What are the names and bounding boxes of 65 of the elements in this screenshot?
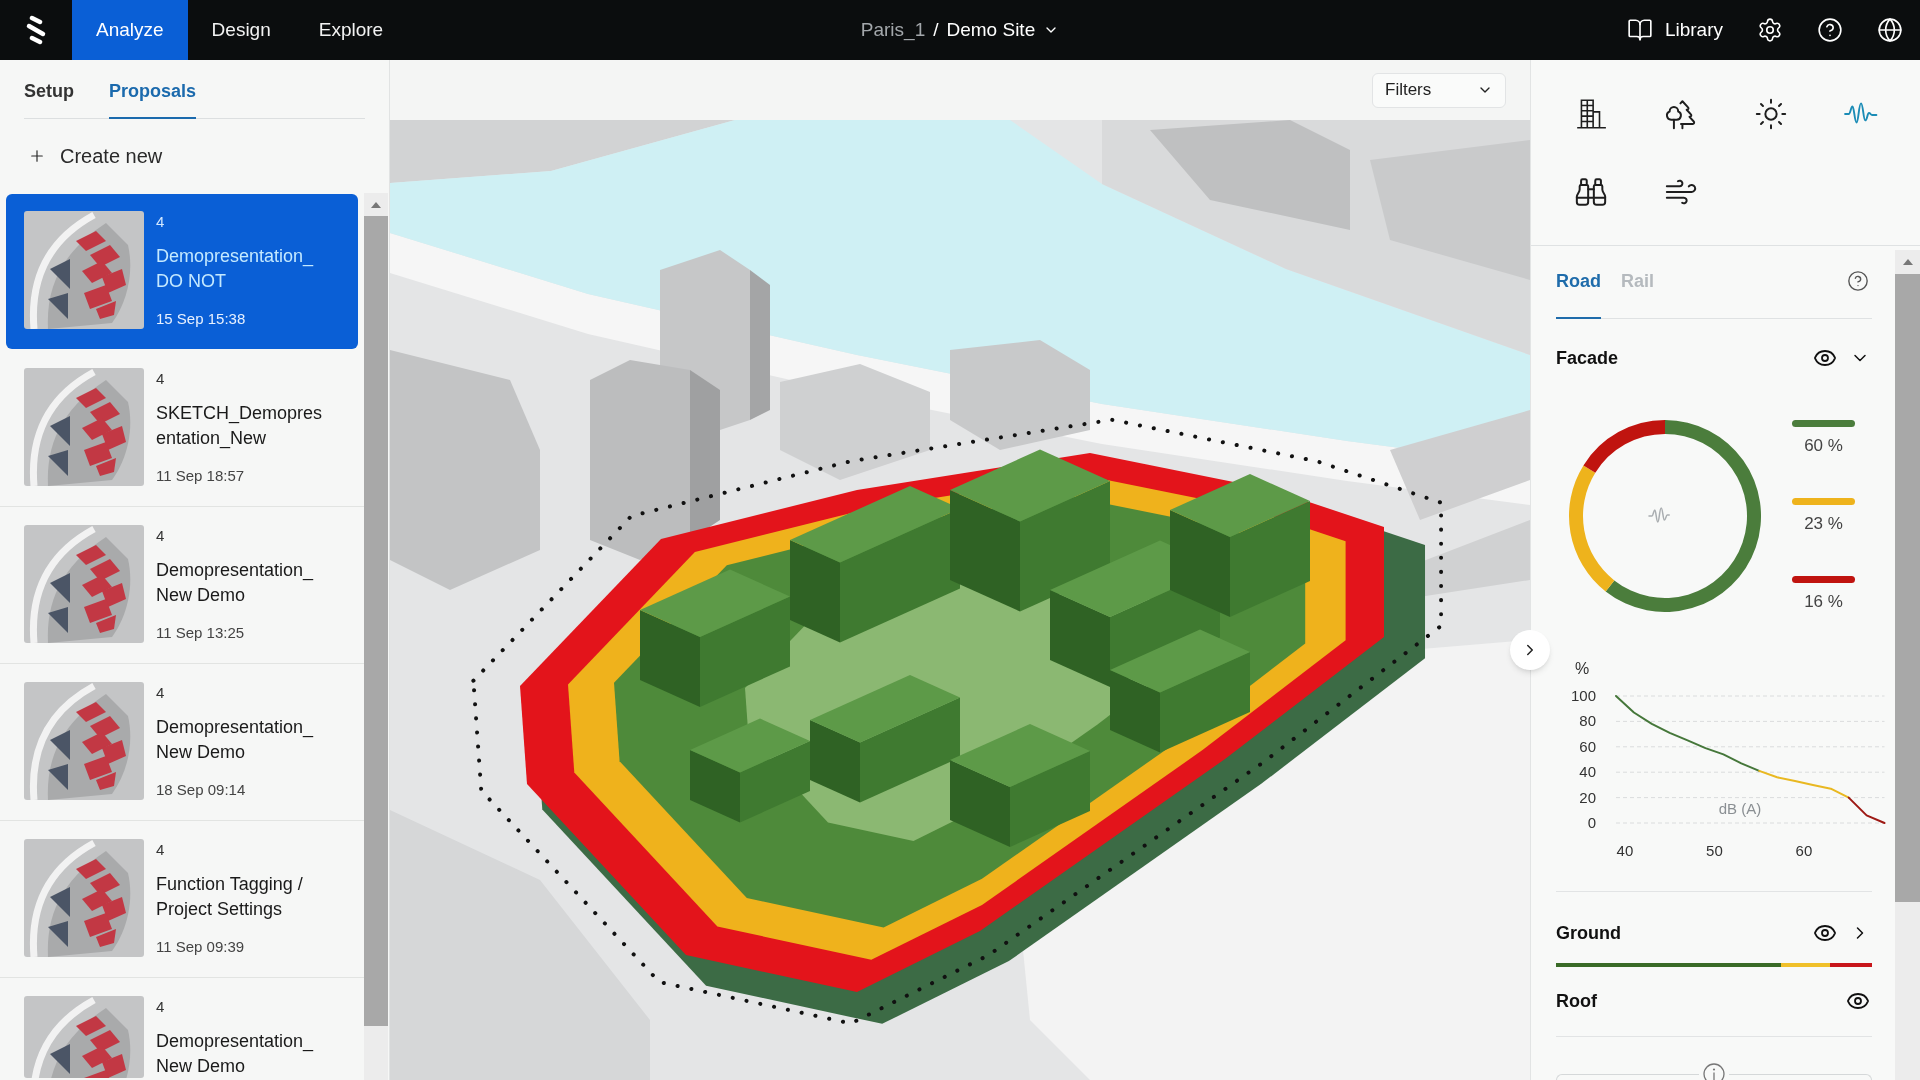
- site-selector[interactable]: Paris_1 / Demo Site: [860, 0, 1060, 60]
- nav-tab[interactable]: Analyze: [72, 0, 188, 60]
- section-title: Roof: [1556, 990, 1597, 1013]
- proposal-count: 4: [156, 212, 166, 232]
- proposal-title: Demopresentation_New Demo: [156, 559, 315, 607]
- plus-icon: [28, 147, 46, 165]
- axis-title: %: [1574, 660, 1590, 677]
- axis-tick-label: 60: [1795, 842, 1813, 859]
- globe-icon[interactable]: [1877, 17, 1903, 43]
- section-title: Facade: [1556, 347, 1619, 370]
- sun-icon[interactable]: [1754, 97, 1788, 131]
- book-icon: [1626, 17, 1653, 43]
- legend-percentage: 16 %: [1804, 592, 1843, 612]
- info-icon[interactable]: [1703, 1063, 1725, 1080]
- proposal-item[interactable]: 4 Demopresentation_DO NOT 15 Sep 15:38: [6, 194, 358, 349]
- scroll-up-icon[interactable]: [1902, 259, 1913, 265]
- scrollbar[interactable]: [1895, 250, 1920, 1080]
- proposal-count: 4: [156, 369, 166, 389]
- proposal-item[interactable]: 4 Function Tagging / Project Settings 11 Sep 09:39: [0, 821, 364, 978]
- legend-percentage: 23 %: [1804, 514, 1843, 534]
- axis-tick-label: 40: [1579, 763, 1596, 781]
- proposal-date: 11 Sep 18:57: [156, 466, 246, 486]
- building-icon[interactable]: [1574, 97, 1608, 131]
- axis-tick-label: 20: [1579, 788, 1596, 806]
- proposal-title: Demopresentation_New Demo: [156, 1030, 315, 1078]
- axis-tick-label: 40: [1616, 842, 1634, 859]
- proposal-count: 4: [156, 526, 166, 546]
- panel-tab[interactable]: Setup: [24, 79, 74, 119]
- create-new-button[interactable]: Create new: [28, 141, 163, 171]
- library-button[interactable]: Library: [1626, 15, 1723, 45]
- binoculars-icon[interactable]: [1574, 175, 1608, 209]
- proposal-item[interactable]: 4 Demopresentation_New Demo 11 Sep 13:25: [0, 507, 364, 664]
- proposal-date: 11 Sep 13:25: [156, 623, 246, 643]
- scroll-up-icon[interactable]: [371, 201, 381, 208]
- help-icon[interactable]: [1847, 270, 1869, 292]
- filters-dropdown[interactable]: Filters: [1372, 72, 1506, 108]
- nav-tab[interactable]: Explore: [294, 0, 408, 60]
- proposal-count: 4: [156, 997, 166, 1017]
- axis-tick-label: 60: [1579, 737, 1596, 755]
- axis-tick-label: 0: [1587, 814, 1596, 831]
- panel-tab[interactable]: Proposals: [109, 79, 197, 119]
- scrollbar-thumb[interactable]: [1895, 274, 1920, 902]
- sound-wave-icon: [1648, 507, 1670, 523]
- proposal-item[interactable]: 4 SKETCH_Demopresentation_New 11 Sep 18:57: [0, 350, 364, 507]
- proposal-title: Demopresentation_New Demo: [156, 716, 315, 764]
- proposal-title: SKETCH_Demopresentation_New: [156, 402, 324, 451]
- proposal-item[interactable]: 4 Demopresentation_New Demo 18 Sep 09:14: [0, 664, 364, 821]
- proposal-count: 4: [156, 840, 166, 860]
- noise-source-tab[interactable]: Road: [1556, 269, 1601, 319]
- proposal-title: Function Tagging / Project Settings: [156, 873, 304, 921]
- proposal-item[interactable]: 4 Demopresentation_New Demo: [0, 978, 364, 1080]
- legend-percentage: 60 %: [1804, 436, 1843, 456]
- axis-title: dB (A): [1718, 800, 1762, 817]
- proposal-date: 15 Sep 15:38: [156, 309, 247, 329]
- proposal-title: Demopresentation_DO NOT: [156, 245, 315, 293]
- proposal-date: 18 Sep 09:14: [156, 780, 247, 800]
- settings-icon[interactable]: [1757, 17, 1783, 43]
- nav-tab[interactable]: Design: [187, 0, 295, 60]
- axis-tick-label: 50: [1706, 842, 1723, 859]
- proposal-count: 4: [156, 683, 166, 703]
- axis-tick-label: 80: [1579, 712, 1596, 730]
- section-title: Ground: [1556, 922, 1621, 945]
- trees-icon[interactable]: [1664, 97, 1698, 131]
- proposal-date: 11 Sep 09:39: [156, 937, 246, 957]
- axis-tick-label: 100: [1570, 687, 1596, 704]
